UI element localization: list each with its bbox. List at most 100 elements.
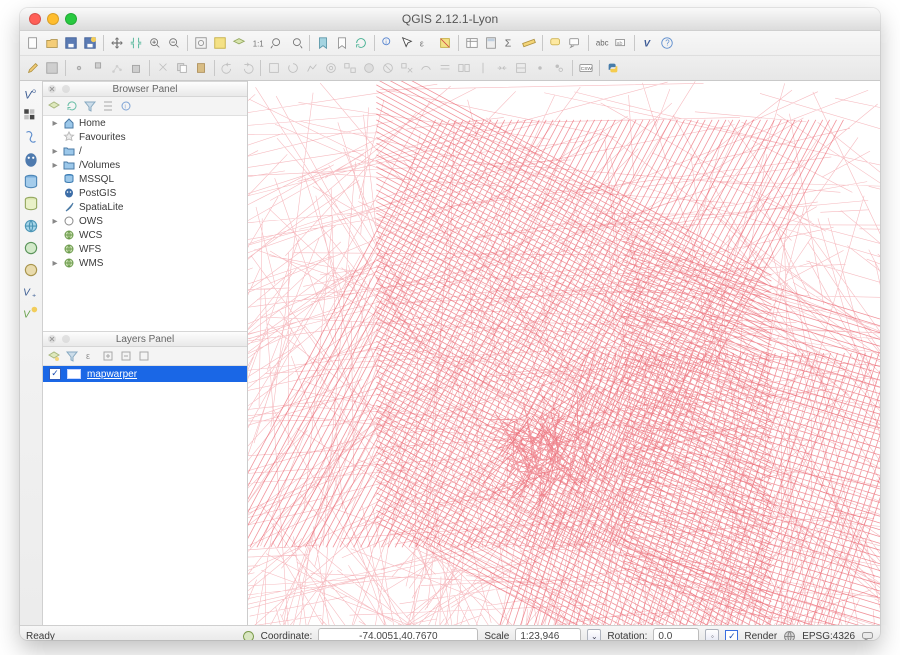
- select-expression-icon[interactable]: ε: [417, 34, 435, 52]
- paste-icon[interactable]: [192, 59, 210, 77]
- measure-icon[interactable]: [520, 34, 538, 52]
- deselect-icon[interactable]: [436, 34, 454, 52]
- properties-icon[interactable]: i: [119, 99, 133, 113]
- refresh-icon[interactable]: [352, 34, 370, 52]
- new-bookmark-icon[interactable]: [314, 34, 332, 52]
- edit-toggle-icon[interactable]: [24, 59, 42, 77]
- delete-feature-icon[interactable]: [127, 59, 145, 77]
- delete-part-icon[interactable]: [398, 59, 416, 77]
- expand-caret-icon[interactable]: ▸: [51, 118, 59, 129]
- expression-filter-icon[interactable]: ε: [83, 349, 97, 363]
- add-layer-icon[interactable]: [47, 99, 61, 113]
- select-feature-icon[interactable]: [398, 34, 416, 52]
- pan-icon[interactable]: [108, 34, 126, 52]
- filter-browser-icon[interactable]: [83, 99, 97, 113]
- browser-item-[interactable]: ▸/: [43, 144, 247, 158]
- browser-item-home[interactable]: ▸Home: [43, 116, 247, 130]
- coordinate-capture-icon[interactable]: [242, 630, 255, 641]
- remove-layer-icon[interactable]: [137, 349, 151, 363]
- layer-item-mapwarper[interactable]: ✓ mapwarper: [43, 366, 247, 382]
- style-manager-icon[interactable]: [47, 349, 61, 363]
- collapse-all-layers-icon[interactable]: [119, 349, 133, 363]
- rotation-input[interactable]: [653, 628, 699, 640]
- browser-item-postgis[interactable]: PostGIS: [43, 186, 247, 200]
- zoom-full-icon[interactable]: [192, 34, 210, 52]
- new-shapefile-icon[interactable]: V: [22, 305, 40, 323]
- add-vector-layer-icon[interactable]: Vo: [22, 85, 40, 103]
- save-project-icon[interactable]: [62, 34, 80, 52]
- window-minimize-button[interactable]: [47, 13, 59, 25]
- move-feature-icon[interactable]: [89, 59, 107, 77]
- add-spatialite-icon[interactable]: [22, 129, 40, 147]
- zoom-native-icon[interactable]: 1:1: [249, 34, 267, 52]
- expand-caret-icon[interactable]: ▸: [51, 216, 59, 227]
- add-wms-icon[interactable]: [22, 217, 40, 235]
- browser-item-favourites[interactable]: Favourites: [43, 130, 247, 144]
- browser-tree[interactable]: ▸HomeFavourites▸/▸/VolumesMSSQLPostGISSp…: [43, 116, 247, 331]
- delete-ring-icon[interactable]: [379, 59, 397, 77]
- scale-lock-button[interactable]: ⌄: [587, 629, 601, 640]
- crs-icon[interactable]: [783, 630, 796, 641]
- csw-icon[interactable]: CSW: [577, 59, 595, 77]
- browser-item-wcs[interactable]: WCS: [43, 228, 247, 242]
- rotate-point-icon[interactable]: [531, 59, 549, 77]
- open-project-icon[interactable]: [43, 34, 61, 52]
- scale-input[interactable]: [515, 628, 581, 640]
- browser-item-mssql[interactable]: MSSQL: [43, 172, 247, 186]
- zoom-selection-icon[interactable]: [211, 34, 229, 52]
- add-feature-icon[interactable]: [70, 59, 88, 77]
- browser-item-volumes[interactable]: ▸/Volumes: [43, 158, 247, 172]
- field-calculator-icon[interactable]: [482, 34, 500, 52]
- show-bookmarks-icon[interactable]: [333, 34, 351, 52]
- new-project-icon[interactable]: [24, 34, 42, 52]
- map-canvas[interactable]: [248, 81, 880, 625]
- split-icon[interactable]: [455, 59, 473, 77]
- annotation-icon[interactable]: [566, 34, 584, 52]
- filter-icon[interactable]: [65, 349, 79, 363]
- split-parts-icon[interactable]: [474, 59, 492, 77]
- coordinate-input[interactable]: [318, 628, 478, 640]
- identify-icon[interactable]: i: [379, 34, 397, 52]
- simplify-icon[interactable]: [303, 59, 321, 77]
- add-delimited-icon[interactable]: V+: [22, 283, 40, 301]
- map-tips-icon[interactable]: [547, 34, 565, 52]
- cut-icon[interactable]: [154, 59, 172, 77]
- python-console-icon[interactable]: [604, 59, 622, 77]
- digitize-icon[interactable]: [265, 59, 283, 77]
- add-wfs-icon[interactable]: [22, 261, 40, 279]
- reshape-icon[interactable]: [417, 59, 435, 77]
- fill-ring-icon[interactable]: [360, 59, 378, 77]
- browser-item-wfs[interactable]: WFS: [43, 242, 247, 256]
- window-close-button[interactable]: [29, 13, 41, 25]
- add-oracle-icon[interactable]: [22, 195, 40, 213]
- add-raster-layer-icon[interactable]: [22, 107, 40, 125]
- collapse-all-icon[interactable]: [101, 99, 115, 113]
- redo-icon[interactable]: [238, 59, 256, 77]
- add-ring-icon[interactable]: [322, 59, 340, 77]
- offset-point-icon[interactable]: [550, 59, 568, 77]
- attribute-table-icon[interactable]: [463, 34, 481, 52]
- zoom-layer-icon[interactable]: [230, 34, 248, 52]
- expand-caret-icon[interactable]: ▸: [51, 160, 59, 171]
- merge-attr-icon[interactable]: [512, 59, 530, 77]
- help-icon[interactable]: ?: [658, 34, 676, 52]
- messages-icon[interactable]: [861, 630, 874, 641]
- layer-visibility-checkbox[interactable]: ✓: [49, 368, 61, 380]
- zoom-last-icon[interactable]: [268, 34, 286, 52]
- browser-item-ows[interactable]: ▸OWS: [43, 214, 247, 228]
- expand-all-icon[interactable]: [101, 349, 115, 363]
- label-settings-icon[interactable]: ab: [612, 34, 630, 52]
- node-tool-icon[interactable]: [108, 59, 126, 77]
- label-icon[interactable]: abc: [593, 34, 611, 52]
- render-checkbox[interactable]: ✓: [725, 630, 738, 641]
- offset-icon[interactable]: [436, 59, 454, 77]
- zoom-out-icon[interactable]: [165, 34, 183, 52]
- copy-icon[interactable]: [173, 59, 191, 77]
- save-as-icon[interactable]: [81, 34, 99, 52]
- undo-icon[interactable]: [219, 59, 237, 77]
- pan-selection-icon[interactable]: [127, 34, 145, 52]
- merge-icon[interactable]: [493, 59, 511, 77]
- browser-item-wms[interactable]: ▸WMS: [43, 256, 247, 270]
- add-part-icon[interactable]: [341, 59, 359, 77]
- refresh-browser-icon[interactable]: [65, 99, 79, 113]
